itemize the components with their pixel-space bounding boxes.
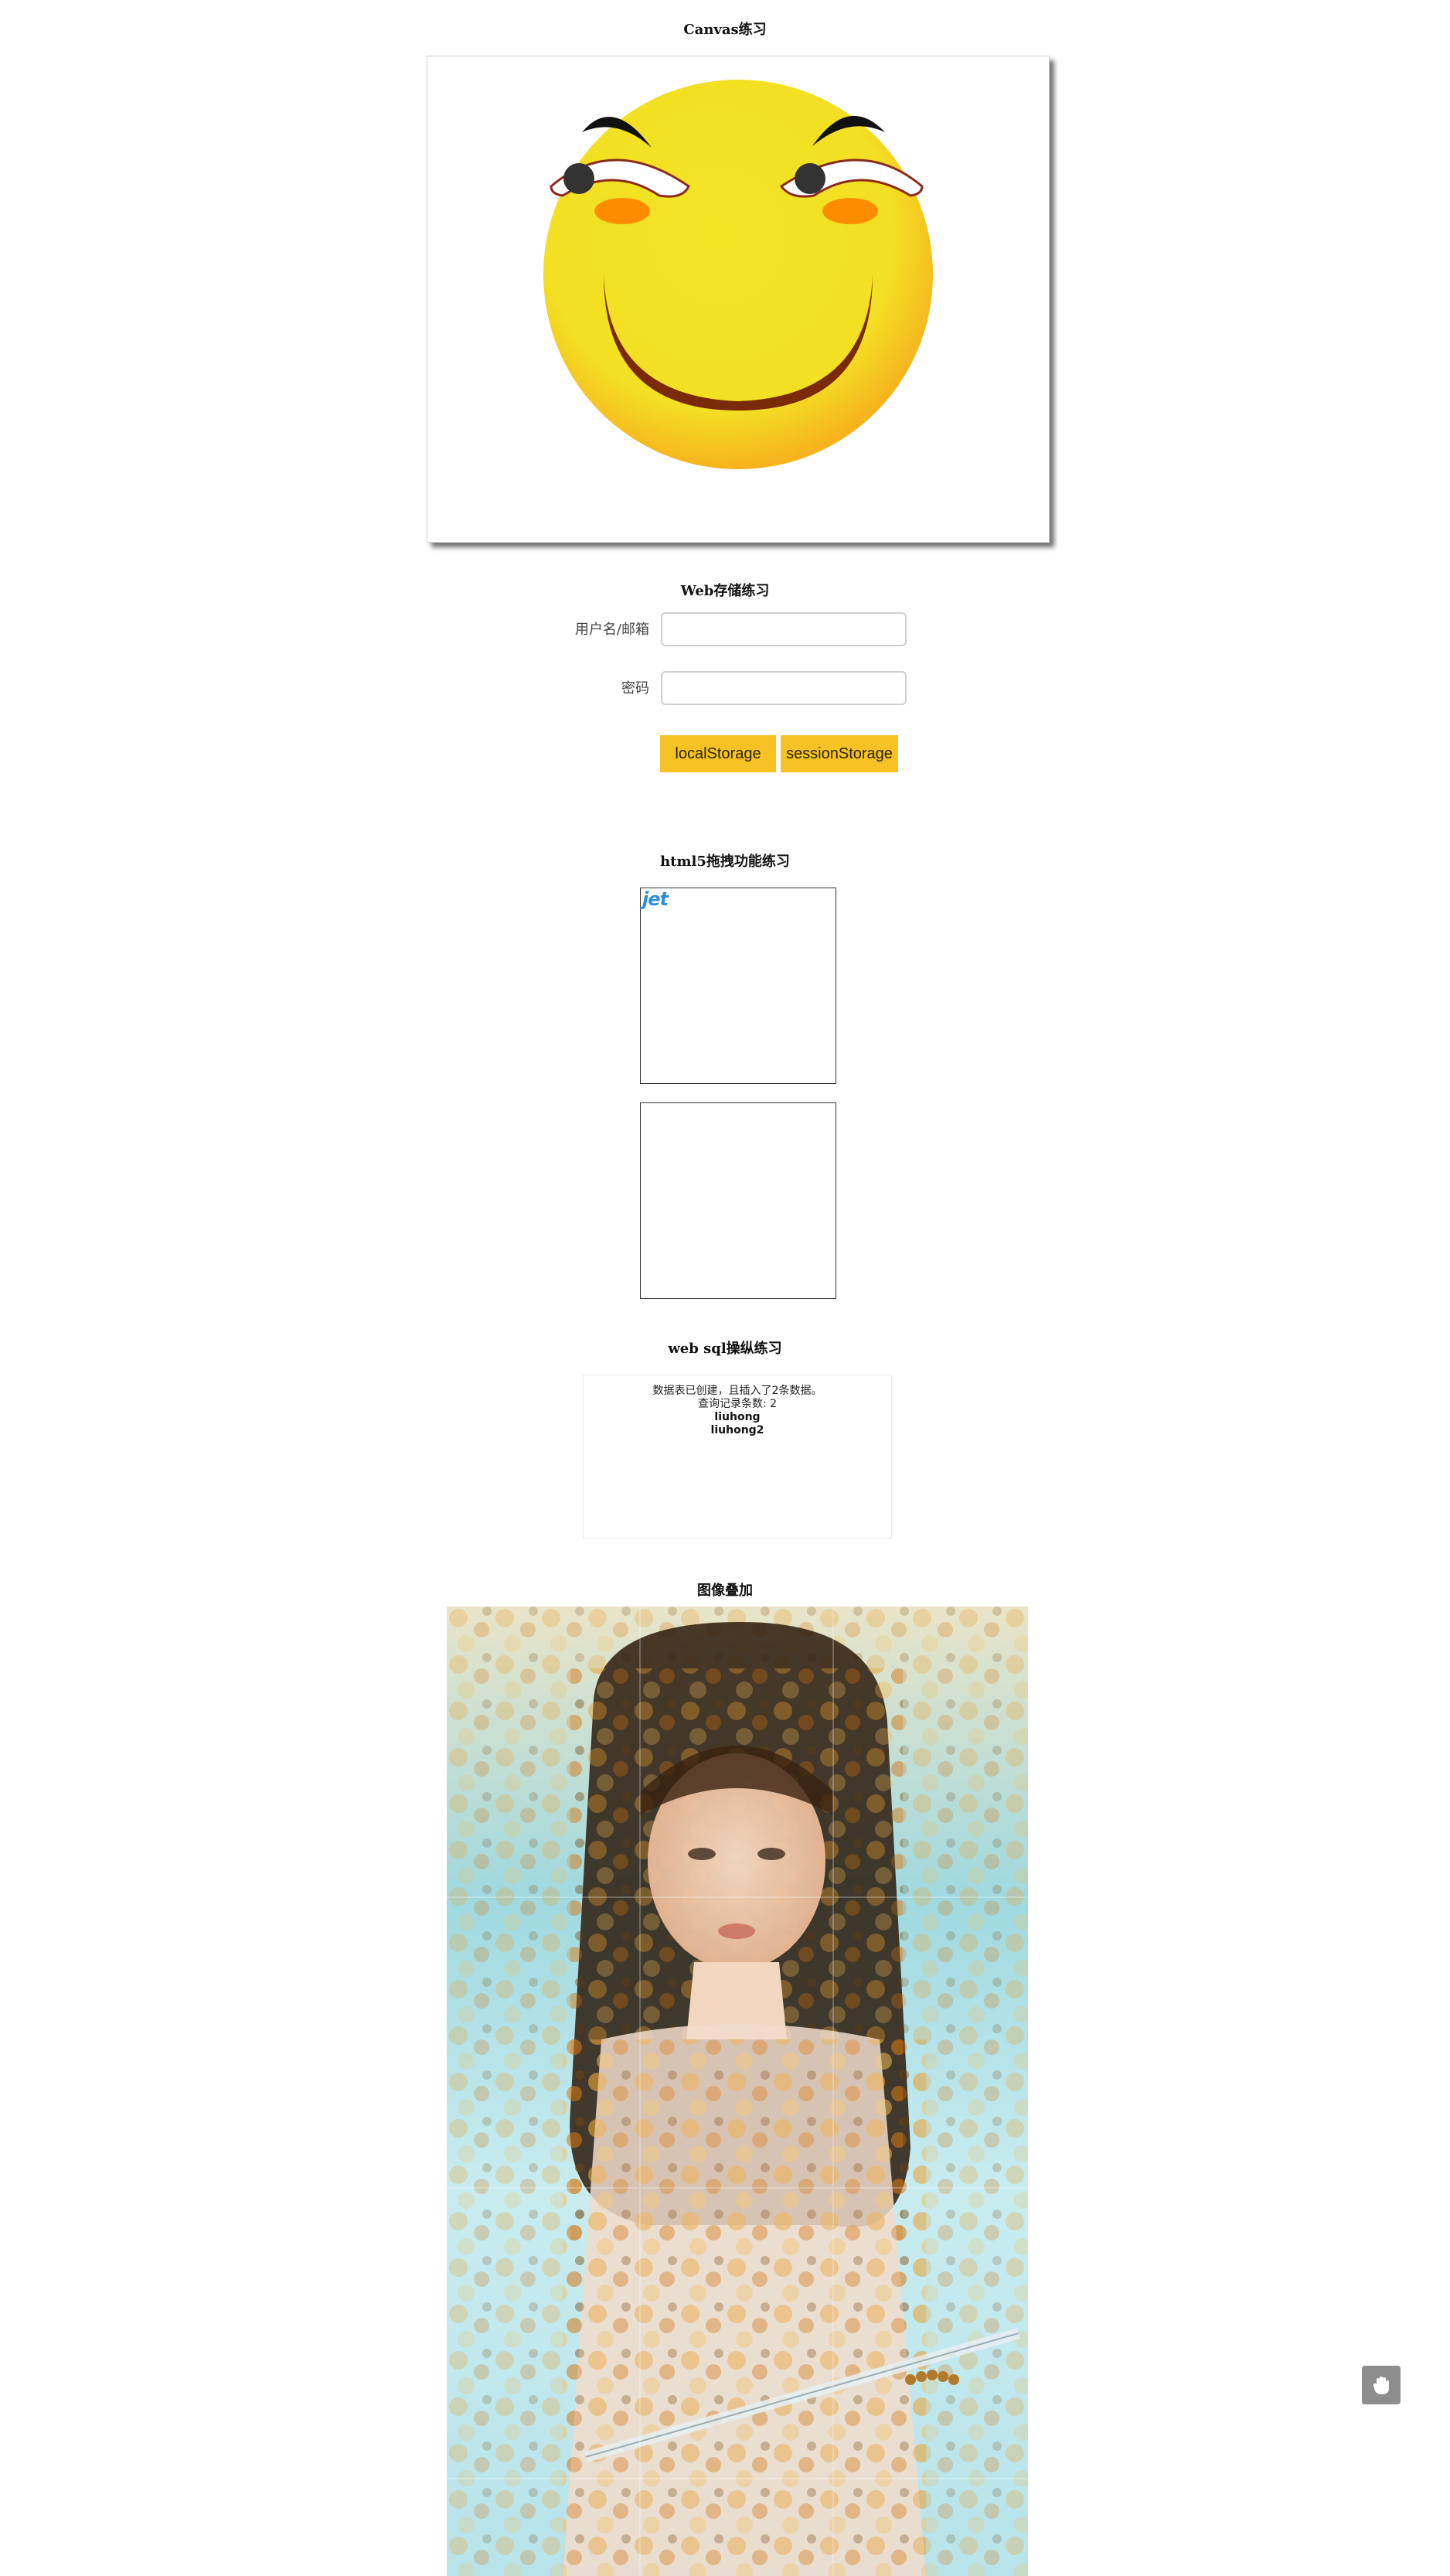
sql-record: liuhong2: [710, 1424, 764, 1436]
face-circle: [543, 80, 933, 469]
web-sql-title: web sql操纵练习: [668, 1341, 782, 1357]
drop-zone-1[interactable]: jet: [640, 888, 836, 1084]
session-storage-button[interactable]: sessionStorage: [781, 735, 898, 772]
hand-icon: [1373, 2377, 1389, 2394]
image-overlay-title: 图像叠加: [697, 1583, 753, 1599]
overlay-image-drawing: [447, 1607, 1028, 2576]
overlay-image: [447, 1607, 1028, 2576]
username-label: 用户名/邮箱: [574, 622, 649, 638]
local-storage-button[interactable]: localStorage: [660, 735, 776, 772]
right-pupil: [795, 163, 825, 194]
sql-output-panel: 数据表已创建，且插入了2条数据。 查询记录条数: 2 liuhong liuho…: [583, 1375, 892, 1538]
sql-count-line: 查询记录条数: 2: [697, 1398, 778, 1410]
drag-section-title: html5拖拽功能练习: [660, 854, 790, 870]
right-cheek: [822, 198, 878, 224]
drop-zone-2[interactable]: [640, 1102, 836, 1299]
left-cheek: [594, 198, 650, 224]
sql-record: liuhong: [714, 1411, 761, 1423]
smiley-canvas: [427, 56, 1050, 543]
smiley-face-drawing: [543, 80, 933, 469]
sql-status-line: 数据表已创建，且插入了2条数据。: [652, 1385, 822, 1397]
username-input[interactable]: [661, 612, 907, 646]
web-storage-title: Web存储练习: [680, 583, 770, 599]
canvas-section-title: Canvas练习: [683, 22, 767, 38]
left-pupil: [563, 163, 594, 194]
password-input[interactable]: [661, 671, 907, 705]
floating-action-button[interactable]: [1362, 2366, 1401, 2404]
password-label: 密码: [621, 680, 649, 697]
jet-logo-draggable[interactable]: jet: [642, 888, 669, 910]
